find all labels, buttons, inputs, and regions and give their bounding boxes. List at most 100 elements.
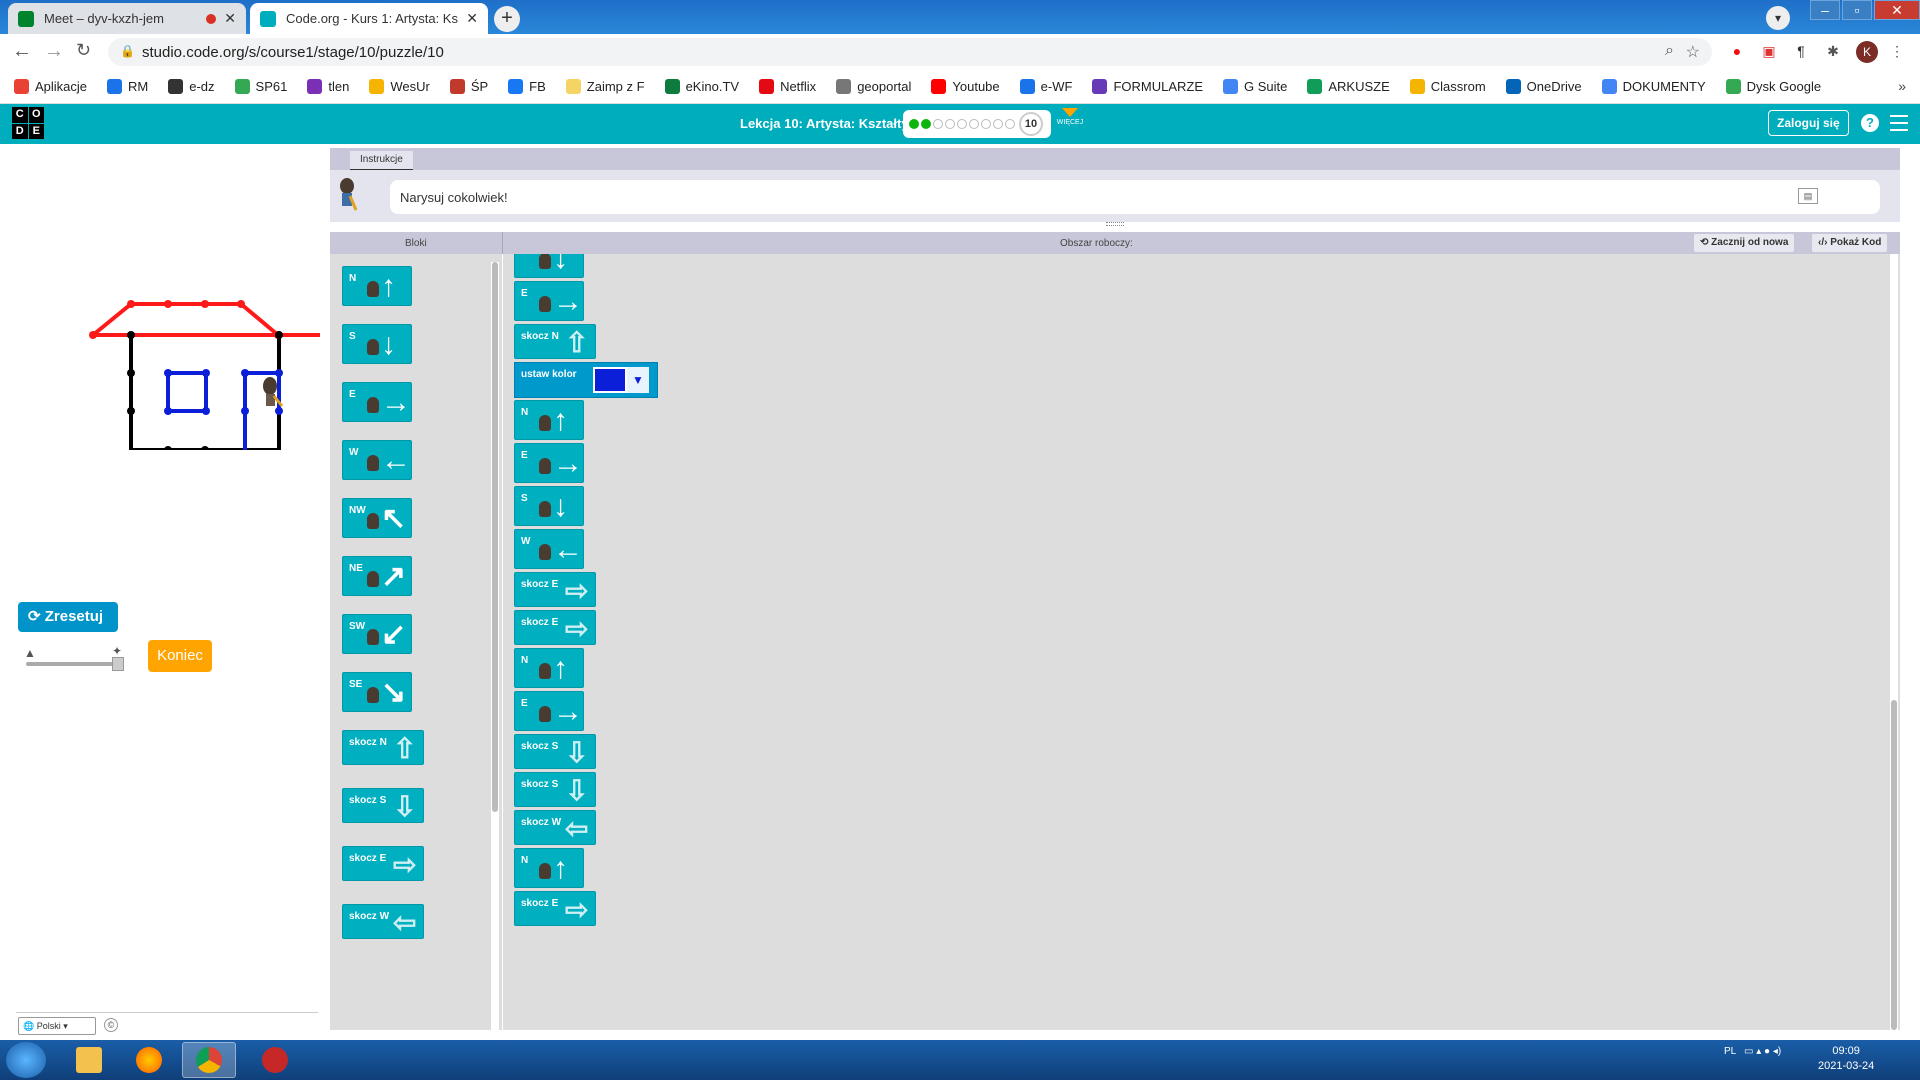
bookmark-item[interactable]: geoportal [836,79,911,94]
window-close-button[interactable]: ✕ [1874,0,1920,20]
move-block[interactable]: NE ↗ [342,556,412,596]
bookmark-item[interactable]: ŚP [449,79,488,94]
tab-meet[interactable]: Meet – dyv-kxzh-jem ✕ [8,3,246,34]
profile-avatar[interactable]: K [1856,41,1878,63]
close-icon[interactable]: ✕ [466,10,478,27]
back-icon[interactable]: ← [12,40,32,63]
set-color-block[interactable]: ustaw kolor ▼ [514,362,658,398]
color-swatch[interactable] [593,367,627,393]
jump-block[interactable]: skocz S ⇩ [514,772,596,807]
progress-dot[interactable] [993,119,1003,129]
jump-block[interactable]: skocz S ⇩ [342,788,424,823]
progress-dot[interactable] [969,119,979,129]
move-block[interactable]: E → [514,281,584,321]
omnibox[interactable]: 🔒 studio.code.org/s/course1/stage/10/puz… [108,38,1712,66]
zoom-icon[interactable]: ⌕ [1665,42,1674,60]
bookmark-item[interactable]: Youtube [931,79,1000,94]
progress-dot[interactable] [933,119,943,129]
scroll-thumb[interactable] [492,262,498,812]
bookmark-item[interactable]: Classrom [1409,79,1486,94]
bookmark-item[interactable]: ARKUSZE [1307,79,1390,94]
bookmark-item[interactable]: Netflix [759,79,816,94]
slider-track[interactable] [26,662,122,666]
move-block[interactable]: ↓ [514,254,584,278]
jump-block[interactable]: skocz N ⇧ [342,730,424,765]
toolbox-scrollbar[interactable] [491,262,499,1030]
start-button[interactable] [6,1042,46,1078]
bookmark-item[interactable]: e-dz [168,79,215,94]
bookmark-item[interactable]: tlen [307,79,349,94]
speed-slider[interactable]: ▲ ✦ [22,644,128,674]
bookmark-item[interactable]: Dysk Google [1725,79,1821,94]
new-tab-button[interactable]: + [494,6,520,32]
dropdown-arrow-icon[interactable]: ▼ [627,367,649,393]
jump-block[interactable]: skocz W ⇦ [342,904,424,939]
move-block[interactable]: SE ↘ [342,672,412,712]
bookmark-item[interactable]: RM [107,79,148,94]
move-block[interactable]: NW ↖ [342,498,412,538]
progress-dot[interactable] [921,119,931,129]
current-puzzle[interactable]: 10 [1019,112,1043,136]
bookmark-item[interactable]: FB [508,79,546,94]
move-block[interactable]: N ↑ [514,400,584,440]
move-block[interactable]: N ↑ [342,266,412,306]
scroll-thumb[interactable] [1891,700,1897,1030]
app-button[interactable] [248,1042,302,1078]
firefox-button[interactable] [122,1042,176,1078]
reset-button[interactable]: ⟳ Zresetuj [18,602,118,632]
close-icon[interactable]: ✕ [224,10,236,27]
extensions-icon[interactable]: ✱ [1824,42,1842,60]
move-block[interactable]: W ← [342,440,412,480]
menu-icon[interactable]: ⋮ [1888,42,1906,60]
move-block[interactable]: E → [342,382,412,422]
workspace[interactable]: ↓ E → skocz N ⇧ ustaw kolor ▼ N ↑ E → S ↓ W ← skocz E ⇨ s… [503,254,1900,1030]
resize-handle[interactable] [1106,222,1124,226]
move-block[interactable]: W ← [514,529,584,569]
jump-block[interactable]: skocz W ⇦ [514,810,596,845]
bookmark-item[interactable]: Aplikacje [14,79,87,94]
clock[interactable]: 09:09 2021-03-24 [1818,1044,1874,1074]
progress-dot[interactable] [945,119,955,129]
progress-dot[interactable] [981,119,991,129]
slider-thumb[interactable] [112,657,124,671]
bookmark-item[interactable]: FORMULARZE [1092,79,1203,94]
minimize-button[interactable]: – [1810,0,1840,20]
jump-block[interactable]: skocz E ⇨ [514,610,596,645]
move-block[interactable]: S ↓ [514,486,584,526]
move-block[interactable]: N ↑ [514,648,584,688]
jump-block[interactable]: skocz S ⇩ [514,734,596,769]
chrome-button[interactable] [182,1042,236,1078]
tab-instructions[interactable]: Instrukcje [350,151,413,170]
system-tray-icons[interactable]: ▭ ▴ ● ◂) [1744,1046,1781,1057]
jump-block[interactable]: skocz E ⇨ [342,846,424,881]
bookmarks-overflow-icon[interactable]: » [1898,78,1906,94]
bookmark-item[interactable]: DOKUMENTY [1601,79,1706,94]
opera-icon[interactable]: ● [1728,42,1746,60]
bookmark-item[interactable]: OneDrive [1505,79,1582,94]
start-over-button[interactable]: ⟲ Zacznij od nowa [1694,234,1795,252]
tab-codeorg[interactable]: Code.org - Kurs 1: Artysta: Ks ✕ [250,3,488,34]
bookmark-item[interactable]: Zaimp z F [565,79,645,94]
bookmark-item[interactable]: e-WF [1019,79,1072,94]
forward-icon[interactable]: → [44,40,64,63]
jump-block[interactable]: skocz N ⇧ [514,324,596,359]
show-code-button[interactable]: ‹/› Pokaż Kod [1812,234,1888,252]
finish-button[interactable]: Koniec [148,640,212,672]
more-button[interactable]: WIĘCEJ [1053,108,1087,126]
progress-dot[interactable] [909,119,919,129]
progress-dot[interactable] [1005,119,1015,129]
read-aloud-icon[interactable]: ▤ [1798,188,1818,204]
help-icon[interactable]: ? [1861,114,1879,132]
maximize-button[interactable]: ▫ [1842,0,1872,20]
paragraph-icon[interactable]: ¶ [1792,42,1810,60]
copyright-icon[interactable]: © [104,1018,118,1032]
language-indicator[interactable]: PL [1724,1046,1736,1057]
bookmark-item[interactable]: WesUr [369,79,430,94]
hamburger-icon[interactable] [1890,115,1908,136]
lesson-title[interactable]: Lekcja 10: Artysta: Kształty [740,116,909,131]
move-block[interactable]: E → [514,691,584,731]
pocket-icon[interactable]: ▣ [1760,42,1778,60]
tab-search-icon[interactable]: ▾ [1766,6,1790,30]
jump-block[interactable]: skocz E ⇨ [514,891,596,926]
progress-dot[interactable] [957,119,967,129]
